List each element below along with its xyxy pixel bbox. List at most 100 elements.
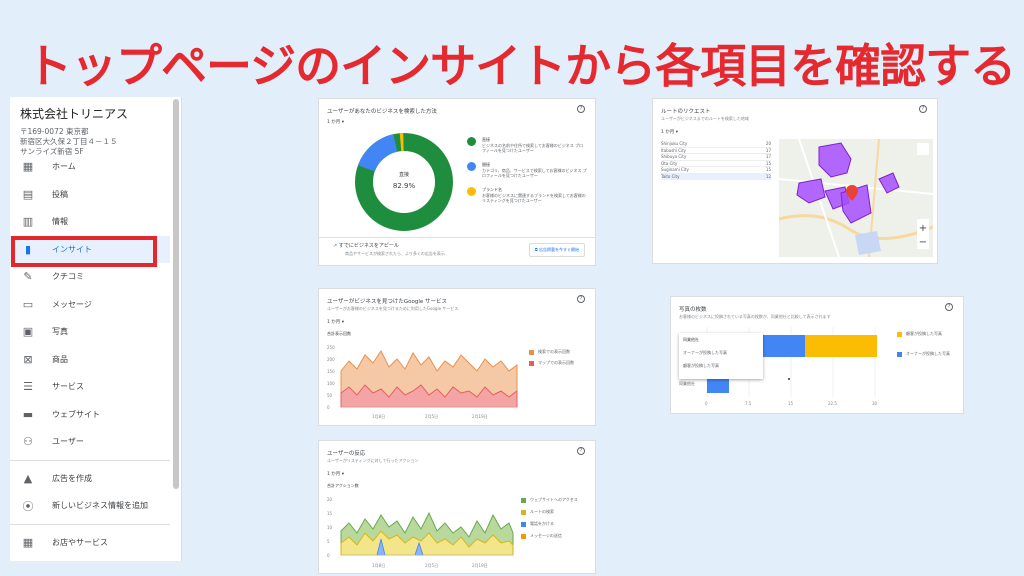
tooltip-title: 同業他社 (683, 337, 699, 342)
google-services-card: ユーザーがビジネスを見つけたGoogle サービス ユーザーがお客様のビジネスを… (318, 288, 596, 426)
period-dropdown[interactable]: 1 か月 ▾ (661, 129, 678, 135)
y-tick: 250 (327, 345, 335, 350)
city-name: Ota City (661, 160, 678, 166)
card-title: ユーザーがビジネスを見つけたGoogle サービス (327, 299, 448, 305)
sidebar-item-create-ad[interactable]: ▲ 広告を作成 (10, 465, 170, 493)
shop-icon: ▦ (22, 535, 34, 549)
row-label: 同業他社 (679, 380, 695, 386)
legend-label: 顧客が投稿した写真 (906, 331, 942, 336)
footer-title-text: すでにビジネスをアピール (338, 243, 399, 249)
donut-center-value: 82.9% (393, 182, 416, 190)
y-tick: 0 (327, 553, 330, 558)
brand-pin-icon (467, 187, 476, 196)
sidebar-item-add-business[interactable]: ⦿ 新しいビジネス情報を追加 (10, 492, 170, 520)
page-headline: トップページのインサイトから各項目を確認する (26, 39, 1016, 93)
sidebar-item-website[interactable]: ▬ ウェブサイト (10, 401, 170, 429)
divider (319, 237, 595, 238)
card-subtitle: ユーザーがリスティングに対して行ったアクション (327, 458, 419, 463)
legend-label: オーナーが投稿した写真 (906, 351, 950, 356)
footer-title: ↗ すでにビジネスをアピール (333, 242, 399, 249)
legend-item: ウェブサイトへのアクセス (521, 497, 593, 503)
sidebar-item-label: 情報 (52, 217, 68, 227)
web-icon: ▬ (22, 407, 34, 421)
post-icon: ▤ (22, 187, 34, 201)
trend-icon: ↗ (333, 243, 338, 249)
zoom-out-icon[interactable]: − (919, 237, 927, 248)
legend-item: 電話をかける (521, 521, 593, 527)
sidebar-item-messages[interactable]: ▭ メッセージ (10, 291, 170, 319)
legend-label: 検索での表示回数 (538, 349, 570, 354)
card-subtitle: ユーザーがビジネスまでのルートを検索した地域 (661, 116, 749, 121)
x-tick: 2月19日 (472, 563, 488, 568)
globe-icon (521, 497, 526, 503)
message-icon (521, 533, 526, 539)
fullscreen-icon[interactable] (917, 143, 929, 155)
photo-count-card: 写真の枚数 お客様のビジネスに投稿されている写真の枚数が、同業他社と比較して表示… (670, 296, 964, 414)
total-label: 合計表示回数 (327, 331, 351, 336)
sidebar-item-info[interactable]: ▥ 情報 (10, 208, 170, 236)
y-tick: 200 (327, 357, 335, 362)
sidebar-item-users[interactable]: ⚇ ユーザー (10, 428, 170, 456)
help-icon[interactable]: ? (577, 295, 585, 303)
search-donut-chart: 直接 82.9% (355, 133, 453, 231)
city-count: 12 (765, 173, 771, 179)
ads-icon: ▲ (23, 471, 33, 485)
sidebar-item-label: クチコミ (52, 272, 84, 282)
sidebar-item-label: ユーザー (52, 437, 84, 447)
period-label: 1 か月 (327, 320, 341, 325)
period-dropdown[interactable]: 1 か月 ▾ (327, 471, 344, 477)
divider (10, 459, 170, 461)
sidebar-item-label: ホーム (52, 162, 76, 172)
sidebar-item-home[interactable]: ▦ ホーム (10, 153, 170, 181)
x-tick: 7.5 (745, 401, 752, 406)
y-tick: 5 (327, 539, 330, 544)
legend-label: ルートの検索 (530, 509, 554, 514)
actions-area-chart: 20 15 10 5 0 1月8日 2月5日 2月19日 (327, 497, 514, 568)
help-icon[interactable]: ? (945, 303, 953, 311)
legend-item: メッセージの送信 (521, 533, 593, 539)
location-pin-icon: ⦿ (22, 499, 34, 513)
legend-label: 電話をかける (530, 521, 554, 526)
search-method-card: ユーザーがあなたのビジネスを検索した方法 ? 1 か月 ▾ 直接 82.9% 直… (318, 98, 596, 266)
help-icon[interactable]: ? (577, 105, 585, 113)
review-icon: ✎ (23, 270, 33, 284)
legend-item: オーナーが投稿した写真 (897, 351, 950, 357)
card-subtitle: お客様のビジネスに投稿されている写真の枚数が、同業他社と比較して表示されます (679, 314, 831, 319)
add-user-icon: ⚇ (23, 435, 33, 449)
legend-label: ウェブサイトへのアクセス (530, 497, 578, 502)
period-dropdown[interactable]: 1 か月 ▾ (327, 119, 344, 125)
x-tick: 1月8日 (372, 414, 385, 419)
legend-item: 顧客が投稿した写真 (897, 331, 950, 337)
city-name: Suginami City (661, 167, 689, 172)
legend-item: ルートの検索 (521, 509, 593, 515)
sidebar-item-label: お店やサービス (52, 537, 108, 547)
help-icon[interactable]: ? (919, 105, 927, 113)
x-tick: 15 (788, 401, 794, 406)
sidebar-item-products[interactable]: ⊠ 商品 (10, 346, 170, 374)
tooltip-line: 顧客が投稿した写真 (683, 363, 719, 368)
card-title: ユーザーがあなたのビジネスを検索した方法 (327, 109, 437, 115)
zoom-in-icon[interactable]: + (919, 223, 927, 234)
user-actions-card: ユーザーの反応 ユーザーがリスティングに対して行ったアクション ? 1 か月 ▾… (318, 440, 596, 574)
start-ads-button[interactable]: ⧉ 広告掲載を今すぐ開始 (528, 243, 585, 257)
sidebar-item-reviews[interactable]: ✎ クチコミ (10, 263, 170, 291)
legend-swatch (529, 360, 534, 366)
route-requests-card: ルートのリクエスト ユーザーがビジネスまでのルートを検索した地域 ? 1 か月 … (652, 98, 938, 264)
sidebar-item-photos[interactable]: ▣ 写真 (10, 318, 170, 346)
period-dropdown[interactable]: 1 か月 ▾ (327, 319, 344, 325)
services-legend: 検索での表示回数 マップでの表示回数 (529, 349, 574, 366)
city-count: 15 (765, 167, 771, 172)
route-map[interactable]: + − (779, 139, 933, 257)
sidebar-scrollbar[interactable] (173, 99, 179, 489)
message-icon: ▭ (22, 297, 34, 311)
indirect-pin-icon (467, 162, 476, 171)
customer-photos-bar (805, 335, 877, 357)
help-icon[interactable]: ? (577, 447, 585, 455)
dashboard-icon: ▦ (22, 160, 34, 174)
sidebar-item-label: サービス (52, 382, 84, 392)
business-address: 〒169-0072 東京都 新宿区大久保２丁目４－１５ サンライズ新宿 5F (20, 127, 118, 156)
table-row[interactable]: Taito City 12 (661, 173, 771, 180)
sidebar-item-services[interactable]: ☰ サービス (10, 373, 170, 401)
sidebar-item-posts[interactable]: ▤ 投稿 (10, 181, 170, 209)
sidebar-item-shops[interactable]: ▦ お店やサービス (10, 529, 170, 557)
